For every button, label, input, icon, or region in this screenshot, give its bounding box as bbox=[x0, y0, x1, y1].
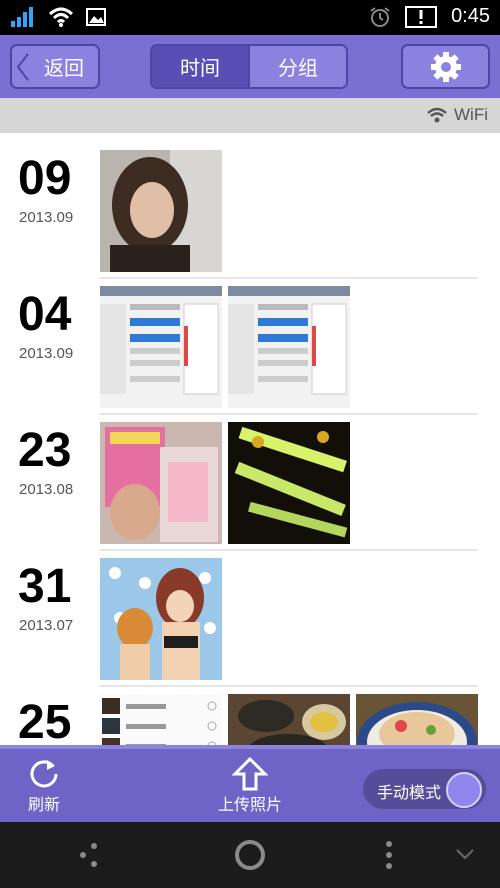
group-divider bbox=[100, 277, 478, 279]
group-day: 09 bbox=[18, 152, 72, 205]
group-day: 23 bbox=[18, 424, 72, 477]
group-divider bbox=[100, 549, 478, 551]
back-arrow-icon bbox=[16, 53, 29, 81]
image-notification-icon bbox=[86, 8, 106, 26]
alert-icon bbox=[405, 5, 438, 28]
tab-group[interactable]: 分组 bbox=[248, 46, 346, 87]
photo-thumbnail[interactable] bbox=[100, 150, 222, 272]
tab-time[interactable]: 时间 bbox=[152, 46, 248, 87]
view-tabs: 时间 分组 bbox=[150, 44, 348, 89]
back-button-label: 返回 bbox=[44, 56, 84, 80]
group-day: 25 bbox=[18, 696, 72, 746]
group-month: 2013.09 bbox=[19, 345, 74, 362]
wifi-icon bbox=[427, 107, 447, 123]
manual-mode-toggle[interactable]: 手动模式 bbox=[363, 769, 486, 809]
menu-dots-icon[interactable] bbox=[78, 842, 100, 868]
group-day: 31 bbox=[18, 560, 72, 613]
photo-timeline[interactable]: 09 2013.09 04 2013.09 23 2013.08 31 2013… bbox=[0, 133, 500, 745]
photo-thumbnail[interactable] bbox=[228, 694, 350, 745]
connection-bar: WiFi bbox=[0, 98, 500, 133]
settings-button[interactable] bbox=[401, 44, 490, 89]
group-divider bbox=[100, 413, 478, 415]
connection-label: WiFi bbox=[454, 105, 488, 124]
alarm-icon bbox=[370, 6, 390, 27]
refresh-button[interactable]: 刷新 bbox=[20, 757, 68, 815]
chevron-down-icon[interactable] bbox=[455, 848, 475, 862]
clock-time: 0:45 bbox=[451, 5, 490, 27]
photo-thumbnail[interactable] bbox=[356, 694, 478, 745]
mode-label: 手动模式 bbox=[377, 783, 442, 802]
header-bar: 返回 时间 分组 bbox=[0, 35, 500, 98]
photo-thumbnail[interactable] bbox=[100, 558, 222, 680]
photo-thumbnail[interactable] bbox=[228, 422, 350, 544]
system-navigation-bar bbox=[0, 822, 500, 888]
signal-icon bbox=[11, 7, 33, 27]
photo-thumbnail[interactable] bbox=[100, 422, 222, 544]
group-divider bbox=[100, 685, 478, 687]
upload-label: 上传照片 bbox=[217, 795, 282, 814]
refresh-icon bbox=[30, 760, 58, 788]
gear-icon bbox=[430, 51, 461, 82]
group-month: 2013.07 bbox=[19, 617, 74, 634]
upload-photo-button[interactable]: 上传照片 bbox=[215, 757, 285, 815]
group-month: 2013.09 bbox=[19, 209, 74, 226]
wifi-icon bbox=[48, 7, 74, 27]
bottom-toolbar: 刷新 上传照片 手动模式 bbox=[0, 745, 500, 822]
group-day: 04 bbox=[18, 288, 72, 341]
home-icon[interactable] bbox=[233, 838, 267, 872]
more-vertical-icon[interactable] bbox=[382, 840, 396, 870]
group-month: 2013.08 bbox=[19, 481, 74, 498]
toggle-knob bbox=[446, 772, 482, 808]
back-button[interactable]: 返回 bbox=[10, 44, 100, 89]
photo-thumbnail[interactable] bbox=[100, 286, 222, 408]
refresh-label: 刷新 bbox=[27, 795, 60, 814]
photo-thumbnail[interactable] bbox=[100, 694, 222, 745]
upload-arrow-icon bbox=[232, 757, 268, 791]
status-bar: 0:45 bbox=[0, 0, 500, 35]
photo-thumbnail[interactable] bbox=[228, 286, 350, 408]
